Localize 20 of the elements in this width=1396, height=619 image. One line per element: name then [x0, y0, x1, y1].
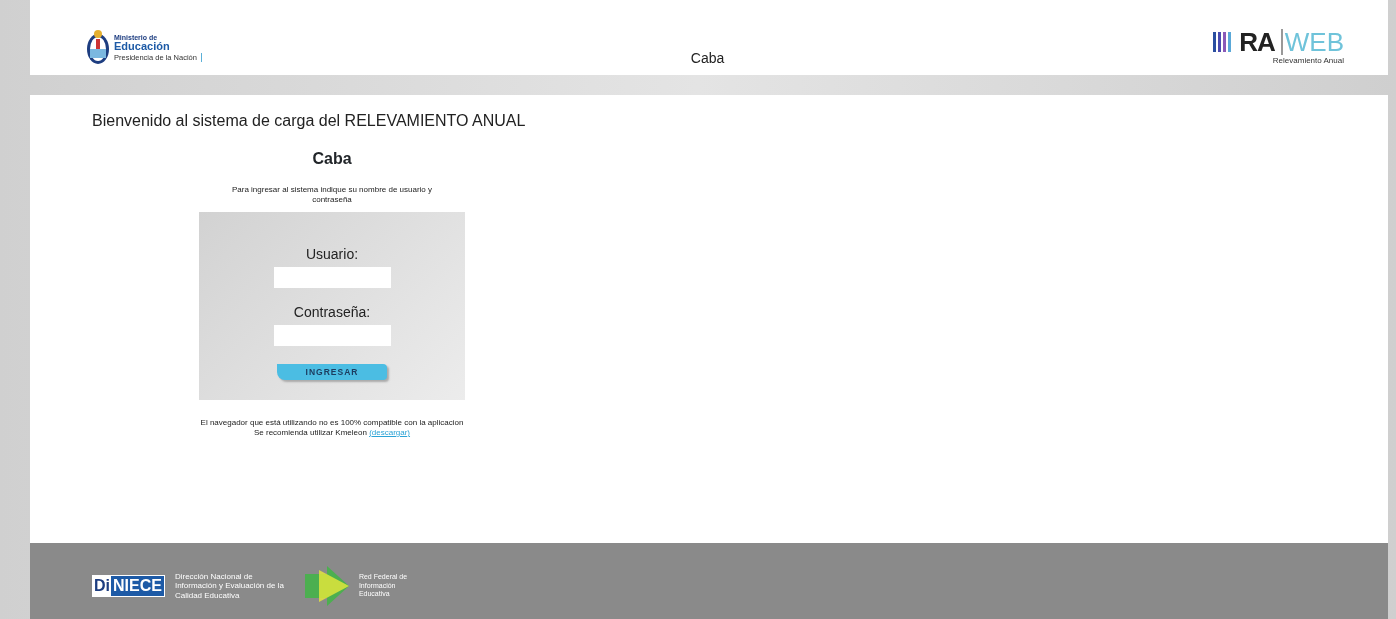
arrow-icon: [304, 566, 349, 606]
login-button[interactable]: INGRESAR: [277, 364, 387, 381]
username-field[interactable]: [273, 267, 391, 289]
field-label: Usuario:: [305, 245, 359, 265]
bars-icon: [1213, 32, 1234, 52]
header-title: Caba: [690, 49, 725, 68]
coat-of-arms-icon: [86, 29, 110, 67]
diniece-logo: Di NIECE: [92, 575, 165, 597]
brand-subtitle: Relevamiento Anual: [1271, 55, 1344, 67]
download-link[interactable]: (descargar): [369, 427, 411, 437]
jurisdiction-title: Caba: [312, 149, 352, 169]
diniece-caption: Dirección Nacional de Información y Evaluación de la Calidad Educativa: [174, 572, 285, 600]
instructions-text: Para ingresar al sistema indique su nombre de usuario y contraseña: [230, 185, 434, 205]
ministry-name: Educación: [114, 41, 171, 53]
password-field[interactable]: [273, 325, 391, 347]
browser-notice: El navegador que está utilizando no es 100% compatible con la aplicacion Se recomienda utilizar Kmeleon (descargar): [200, 418, 464, 438]
field-label: Contraseña:: [293, 303, 371, 323]
brand-text: RA: [1239, 29, 1275, 55]
welcome-text: Bienvenido al sistema de carga del RELEVAMIENTO ANUAL: [92, 111, 527, 131]
brand-text: WEB: [1280, 29, 1344, 55]
